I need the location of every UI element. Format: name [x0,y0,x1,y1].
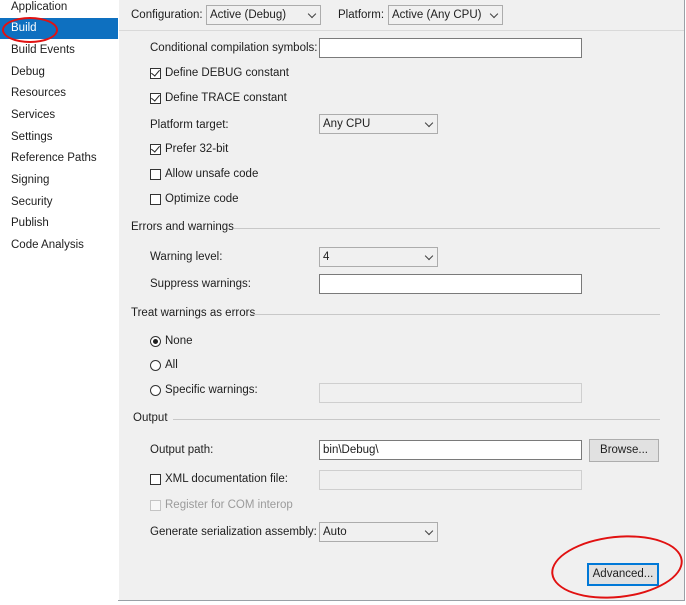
errors-warnings-section-title: Errors and warnings [131,221,234,233]
specific-warnings-input[interactable] [319,383,582,403]
platform-target-label: Platform target: [150,119,229,131]
section-divider [173,419,660,420]
optimize-code-checkbox[interactable] [150,194,161,205]
sidebar-item-debug[interactable]: Debug [0,62,118,83]
section-divider [234,228,660,229]
xml-doc-label: XML documentation file: [165,473,288,485]
chevron-down-icon [424,251,434,261]
allow-unsafe-checkbox[interactable] [150,169,161,180]
allow-unsafe-label: Allow unsafe code [165,168,259,180]
output-section-title: Output [133,412,168,424]
warning-level-label: Warning level: [150,251,223,263]
conditional-symbols-input[interactable] [319,38,582,58]
sidebar-item-code-analysis[interactable]: Code Analysis [0,235,118,256]
prefer-32bit-checkbox[interactable] [150,143,161,155]
prefer-32bit-label: Prefer 32-bit [165,143,229,155]
sidebar-item-services[interactable]: Services [0,105,118,126]
radio-selected-dot [153,339,158,344]
sidebar: Application Build Build Events Debug Res… [0,0,118,604]
output-path-input[interactable]: bin\Debug\ [319,440,582,460]
serialization-value: Auto [323,526,347,538]
sidebar-item-build[interactable]: Build [0,18,118,39]
define-debug-checkbox[interactable] [150,67,161,79]
check-icon [151,92,160,102]
suppress-warnings-label: Suppress warnings: [150,278,251,290]
com-interop-checkbox[interactable] [150,500,161,511]
sidebar-item-resources[interactable]: Resources [0,83,118,104]
define-debug-label: Define DEBUG constant [165,67,290,79]
configuration-select[interactable]: Active (Debug) [206,5,321,25]
xml-doc-checkbox[interactable] [150,474,161,485]
treat-warnings-section-title: Treat warnings as errors [131,307,256,319]
sidebar-item-settings[interactable]: Settings [0,127,118,148]
sidebar-item-security[interactable]: Security [0,192,118,213]
chevron-down-icon [489,9,499,19]
platform-label: Platform: [338,9,385,21]
sidebar-item-signing[interactable]: Signing [0,170,118,191]
radio-none[interactable] [150,336,161,347]
radio-specific-warnings-label: Specific warnings: [165,384,258,396]
radio-all[interactable] [150,360,161,371]
output-path-label: Output path: [150,444,214,456]
build-properties-panel: Configuration: Active (Debug) Platform: … [119,0,684,600]
configuration-label: Configuration: [131,9,203,21]
configuration-value: Active (Debug) [210,9,287,21]
conditional-symbols-label: Conditional compilation symbols: [150,42,318,54]
configuration-bar: Configuration: Active (Debug) Platform: … [119,0,684,31]
define-trace-checkbox[interactable] [150,92,161,104]
browse-button[interactable]: Browse... [589,439,659,462]
com-interop-label: Register for COM interop [165,499,293,511]
xml-doc-input[interactable] [319,470,582,490]
sidebar-item-reference-paths[interactable]: Reference Paths [0,148,118,169]
section-divider [251,314,660,315]
platform-target-select[interactable]: Any CPU [319,114,438,134]
serialization-label: Generate serialization assembly: [150,526,317,538]
platform-value: Active (Any CPU) [392,9,482,21]
serialization-select[interactable]: Auto [319,522,438,542]
chevron-down-icon [424,118,434,128]
sidebar-item-publish[interactable]: Publish [0,213,118,234]
check-icon [151,67,160,77]
chevron-down-icon [307,9,317,19]
radio-none-label: None [165,335,193,347]
warning-level-select[interactable]: 4 [319,247,438,267]
advanced-button[interactable]: Advanced... [587,563,659,586]
suppress-warnings-input[interactable] [319,274,582,294]
warning-level-value: 4 [323,251,330,263]
define-trace-label: Define TRACE constant [165,92,287,104]
selected-tab-arrow [110,23,118,35]
platform-target-value: Any CPU [323,118,371,130]
sidebar-item-application[interactable]: Application [0,0,118,18]
check-icon [151,143,160,153]
chevron-down-icon [424,526,434,536]
platform-select[interactable]: Active (Any CPU) [388,5,503,25]
radio-all-label: All [165,359,178,371]
optimize-code-label: Optimize code [165,193,239,205]
sidebar-item-build-events[interactable]: Build Events [0,40,118,61]
radio-specific-warnings[interactable] [150,385,161,396]
